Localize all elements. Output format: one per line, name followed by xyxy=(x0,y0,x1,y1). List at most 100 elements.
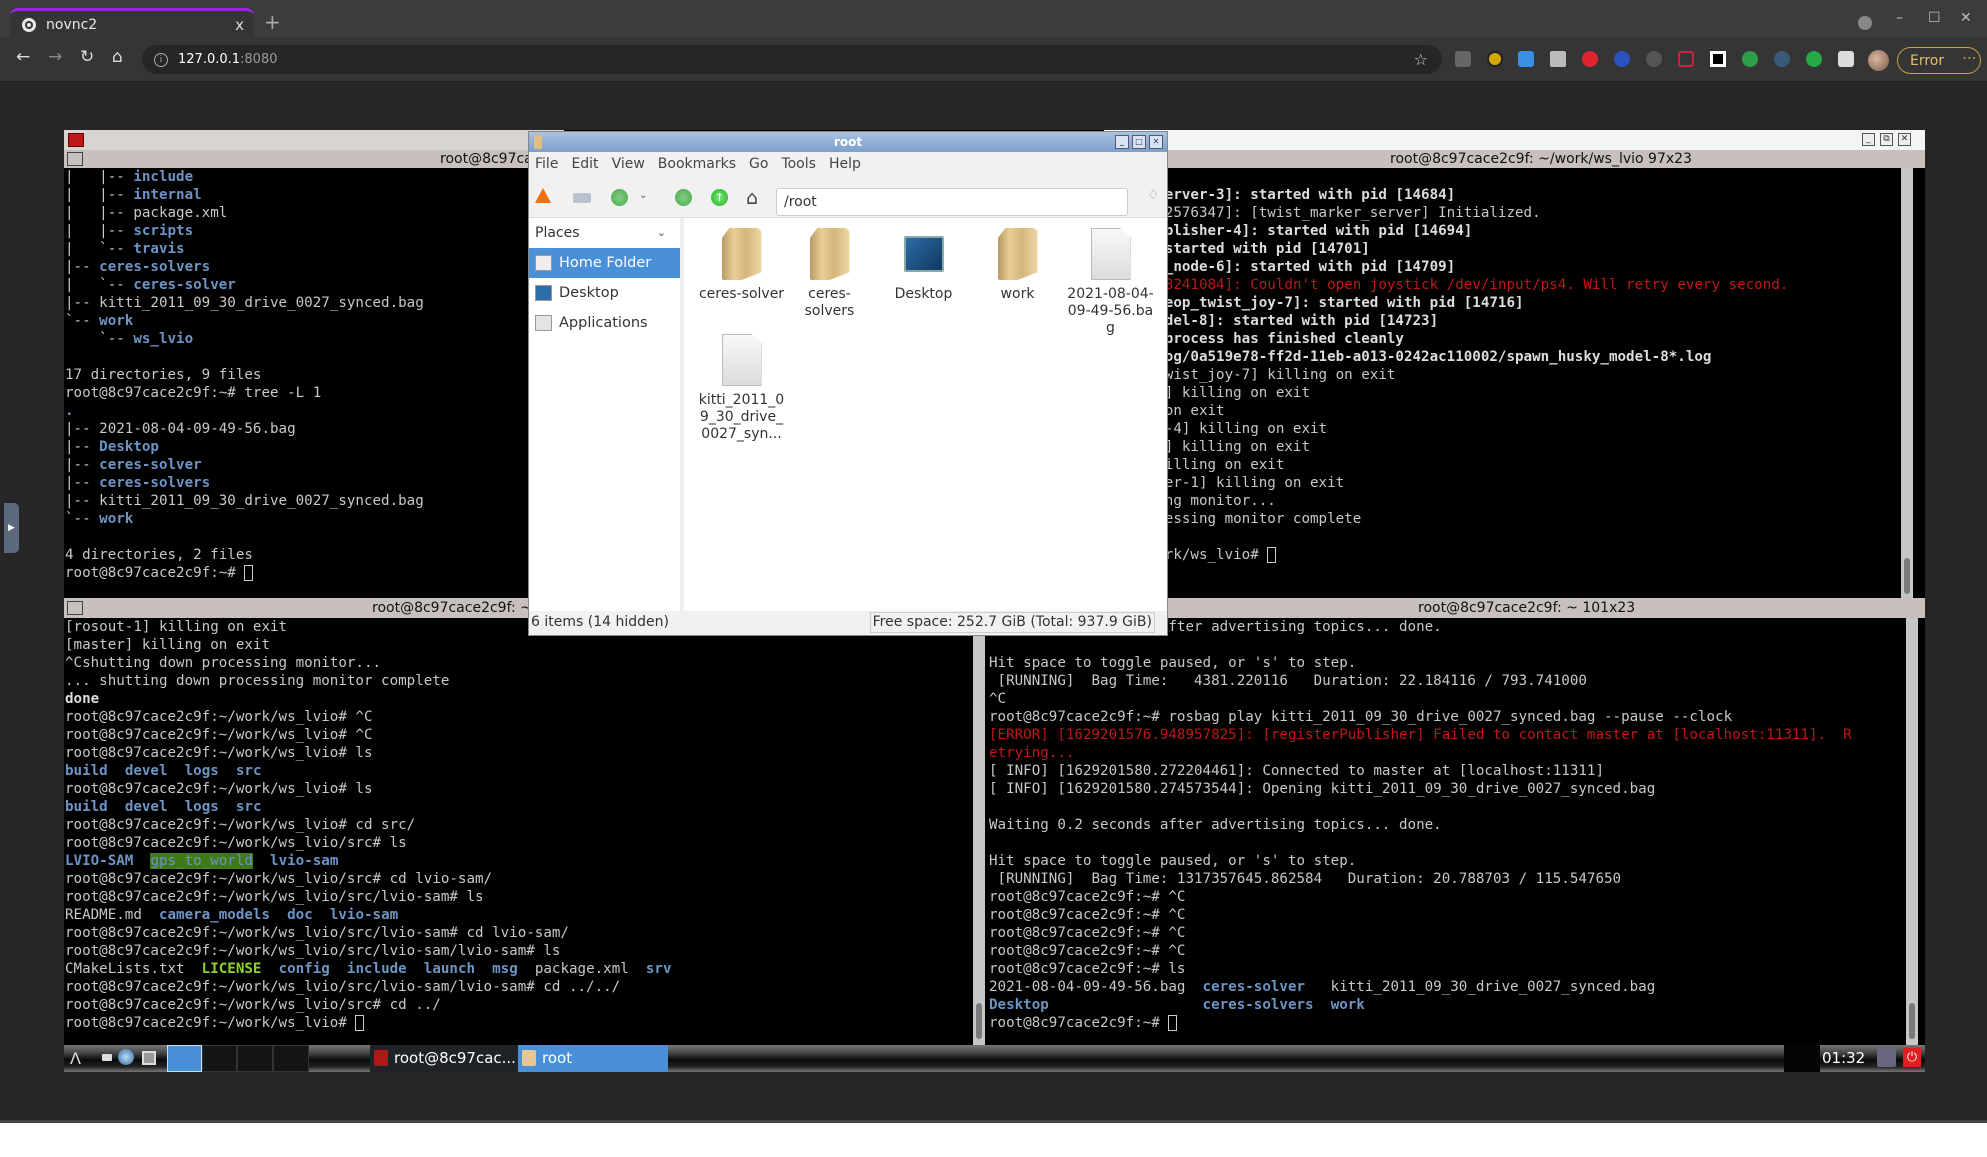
back-arrow-icon[interactable]: ← xyxy=(16,47,30,67)
menu-tools[interactable]: Tools xyxy=(781,156,816,172)
browser-launcher-icon[interactable] xyxy=(118,1049,134,1065)
warning-icon[interactable] xyxy=(535,188,551,203)
extension-square-icon[interactable] xyxy=(1710,51,1726,67)
terminal-bottom-right[interactable]: root@8c97cace2c9f: ~ 101x23 Waiting 0.2 … xyxy=(985,598,1925,1045)
terminal-menu-icon[interactable] xyxy=(67,601,83,615)
extension-sync-icon[interactable] xyxy=(1582,51,1598,67)
terminal-bottom-left[interactable]: root@8c97cace2c9f: ~/work/ws_lvio 97x23 … xyxy=(64,598,985,1045)
terminal-line: root@8c97cace2c9f:~/work/ws_lvio# ls xyxy=(65,744,985,762)
maximize-window-button[interactable]: ☐ xyxy=(1928,10,1941,26)
extension-red-square-icon[interactable] xyxy=(1678,51,1694,67)
file-manager-window[interactable]: root _ □ ✕ File Edit View Bookmarks Go Tools H… xyxy=(528,131,1168,636)
workspace-4[interactable] xyxy=(273,1045,309,1072)
terminal-launcher-icon[interactable] xyxy=(102,1054,112,1061)
terminal-output[interactable]: [rosout-1] killing on exit [master] killi… xyxy=(64,618,985,1032)
sidebar-item-home-folder[interactable]: Home Folder xyxy=(529,248,680,278)
forward-icon[interactable] xyxy=(675,189,692,206)
close-window-button[interactable]: ✕ xyxy=(1960,10,1972,26)
close-button[interactable]: ✕ xyxy=(1149,135,1163,149)
extension-e-icon[interactable] xyxy=(1774,51,1790,67)
bookmark-star-icon[interactable]: ☆ xyxy=(1414,50,1428,69)
scrollbar-thumb[interactable] xyxy=(1904,558,1910,594)
power-icon[interactable]: ⏻ xyxy=(1903,1048,1921,1067)
url-bar[interactable]: i 127.0.0.1:8080 ☆ xyxy=(142,45,1442,74)
extension-green-icon[interactable] xyxy=(1742,51,1758,67)
scrollbar-thumb[interactable] xyxy=(1909,1003,1915,1039)
clock[interactable]: 01:32 xyxy=(1822,1045,1865,1072)
lock-screen-icon[interactable] xyxy=(1877,1048,1896,1067)
maximize-button[interactable]: □ xyxy=(1132,135,1146,149)
sidebar-item-applications[interactable]: Applications xyxy=(529,308,680,338)
chevron-down-icon[interactable]: ⌄ xyxy=(657,218,666,248)
terminal-line: rocessing monitor... xyxy=(1105,492,1913,510)
menu-bookmarks[interactable]: Bookmarks xyxy=(658,156,736,172)
history-dropdown-icon[interactable]: ⌄ xyxy=(639,190,647,201)
workspace-3[interactable] xyxy=(237,1045,273,1072)
workspace-1[interactable] xyxy=(167,1045,202,1072)
go-icon[interactable]: ♢ xyxy=(1147,188,1159,203)
reload-icon[interactable]: ↻ xyxy=(80,47,94,67)
scrollbar-thumb[interactable] xyxy=(976,1003,982,1039)
terminal-app-icon[interactable] xyxy=(68,133,84,147)
home-icon[interactable]: ⌂ xyxy=(746,187,758,209)
terminal-output[interactable]: arker_server-3]: started with pid [14684… xyxy=(1104,168,1913,564)
profile-dropdown-icon[interactable] xyxy=(1858,16,1872,30)
menu-edit[interactable]: Edit xyxy=(571,156,598,172)
up-arrow-icon[interactable]: ↑ xyxy=(711,189,728,206)
terminal-output[interactable]: | |-- include | |-- internal | |-- package… xyxy=(64,168,564,582)
back-icon[interactable] xyxy=(611,189,628,206)
terminal-menu-icon[interactable] xyxy=(67,152,83,166)
path-input[interactable]: /root xyxy=(776,188,1128,216)
more-menu-icon[interactable]: ⋮ xyxy=(1961,51,1977,65)
file-item[interactable]: ceres-solver xyxy=(694,224,789,303)
close-button[interactable]: ✕ xyxy=(1898,133,1911,146)
menu-file[interactable]: File xyxy=(535,156,558,172)
file-item[interactable]: 2021-08-04- 09-49-56.ba g xyxy=(1063,224,1158,337)
scrollbar[interactable] xyxy=(1901,168,1913,598)
menu-go[interactable]: Go xyxy=(749,156,768,172)
forward-arrow-icon[interactable]: → xyxy=(48,47,62,67)
profile-avatar[interactable] xyxy=(1868,50,1889,71)
error-button[interactable]: Error ⋮ xyxy=(1897,47,1981,74)
browser-tab[interactable]: novnc2 x xyxy=(10,8,254,38)
extension-grey-icon[interactable] xyxy=(1646,51,1662,67)
file-item[interactable]: kitti_2011_0 9_30_drive_ 0027_syn... xyxy=(694,330,789,443)
extension-k-icon[interactable] xyxy=(1614,51,1630,67)
file-item[interactable]: Desktop xyxy=(876,224,971,303)
home-icon[interactable]: ⌂ xyxy=(112,47,123,67)
terminal-line: root@8c97cace2c9f:~/work/ws_lvio/src/lvi… xyxy=(65,978,985,996)
extensions-puzzle-icon[interactable] xyxy=(1838,51,1854,67)
new-tab-button[interactable]: + xyxy=(264,10,281,34)
minimize-button[interactable]: _ xyxy=(1862,133,1875,146)
restore-button[interactable]: ⧉ xyxy=(1880,133,1893,146)
scrollbar[interactable] xyxy=(1906,618,1918,1045)
extension-moon-icon[interactable] xyxy=(1487,51,1503,67)
taskbar-task[interactable]: root xyxy=(518,1045,668,1072)
file-item[interactable]: ceres- solvers xyxy=(782,224,877,320)
menu-help[interactable]: Help xyxy=(829,156,861,172)
window-titlebar[interactable]: root _ □ ✕ xyxy=(529,132,1167,152)
taskbar-task[interactable]: root@8c97cac... xyxy=(370,1045,518,1072)
evernote-icon[interactable] xyxy=(1806,51,1822,67)
file-item[interactable]: work xyxy=(970,224,1065,303)
scrollbar[interactable] xyxy=(973,618,985,1045)
minimize-window-button[interactable]: – xyxy=(1896,10,1903,26)
applications-icon xyxy=(535,315,552,331)
extension-download-icon[interactable] xyxy=(1550,51,1566,67)
terminal-top-right[interactable]: _ ⧉ ✕ root@8c97cace2c9f: ~/work/ws_lvio … xyxy=(1104,130,1925,598)
extension-shield-icon[interactable] xyxy=(1455,51,1471,67)
site-info-icon[interactable]: i xyxy=(154,52,168,67)
new-tab-icon[interactable] xyxy=(573,193,591,203)
menu-view[interactable]: View xyxy=(612,156,645,172)
places-header[interactable]: Places ⌄ xyxy=(529,218,680,248)
terminal-output[interactable]: Waiting 0.2 seconds after advertising to… xyxy=(988,618,1925,1032)
novnc-control-bar-handle[interactable]: ▶ xyxy=(4,503,19,553)
minimize-button[interactable]: _ xyxy=(1115,135,1129,149)
terminal-top-left[interactable]: root@8c97cace2c9f: ~ 57x23 | |-- include… xyxy=(64,130,564,598)
sidebar-item-desktop[interactable]: Desktop xyxy=(529,278,680,308)
show-desktop-icon[interactable] xyxy=(142,1051,156,1065)
extension-blue-icon[interactable] xyxy=(1518,51,1534,67)
workspace-2[interactable] xyxy=(202,1045,237,1072)
tab-close-button[interactable]: x xyxy=(235,16,244,34)
start-menu-icon[interactable]: Λ xyxy=(70,1049,96,1068)
